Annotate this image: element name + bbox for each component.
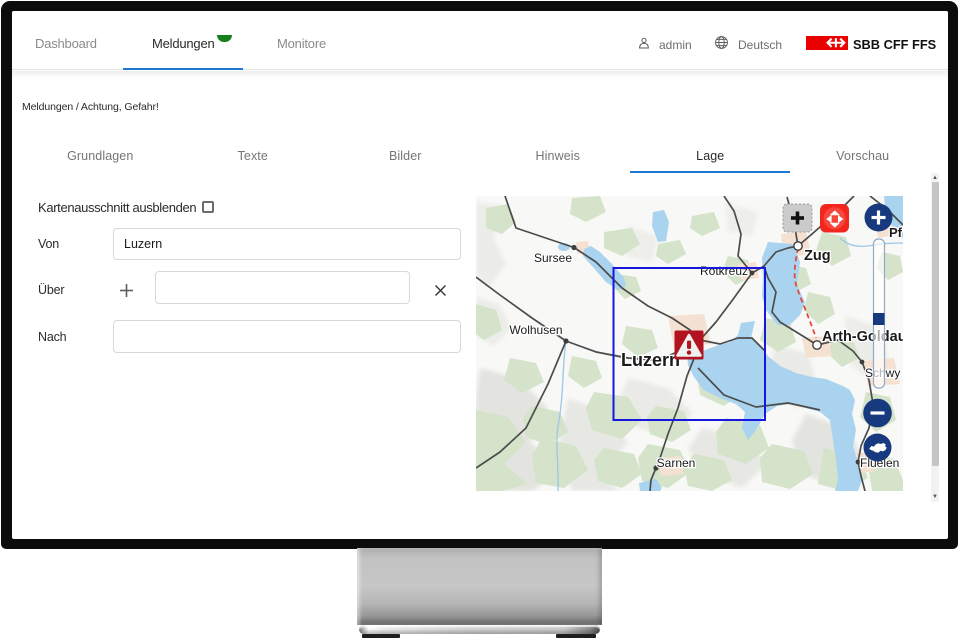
svg-text:Sarnen: Sarnen [657, 456, 696, 470]
svg-text:Luzern: Luzern [621, 350, 680, 370]
svg-text:Arth-Goldau: Arth-Goldau [822, 329, 903, 345]
svg-text:Pf: Pf [889, 225, 903, 240]
svg-text:Sursee: Sursee [534, 251, 572, 265]
svg-text:Zug: Zug [804, 248, 831, 264]
svg-text:Wolhusen: Wolhusen [509, 323, 562, 337]
svg-text:Rotkreuz: Rotkreuz [700, 264, 748, 278]
